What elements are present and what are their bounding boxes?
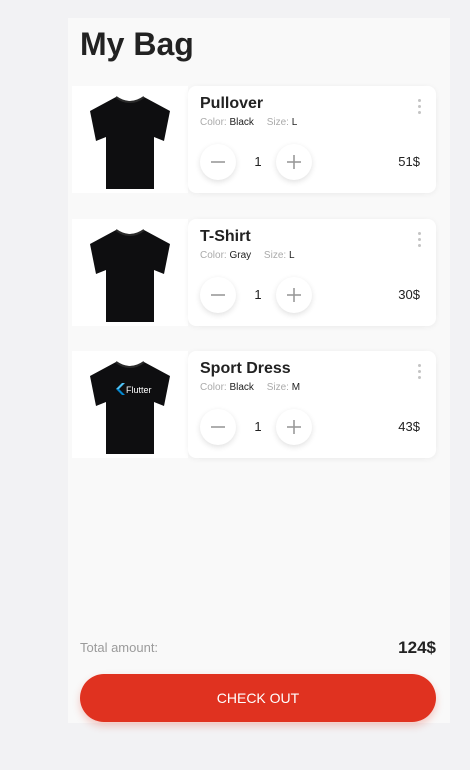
size-value: L xyxy=(291,117,298,128)
size-label: Size: xyxy=(266,117,289,128)
item-attributes: Color: Gray Size: L xyxy=(200,250,295,261)
minus-icon xyxy=(211,426,225,428)
more-options-icon[interactable] xyxy=(418,99,422,117)
product-image-sport-dress[interactable]: Flutter xyxy=(72,351,188,458)
cart-item: T-Shirt Color: Gray Size: L 1 30$ xyxy=(188,219,436,326)
color-label: Color: xyxy=(200,382,227,393)
size-label: Size: xyxy=(263,250,287,261)
product-image-tshirt[interactable] xyxy=(72,219,188,326)
tshirt-icon: Flutter xyxy=(90,361,170,454)
item-attributes: Color: Black Size: M xyxy=(200,382,300,393)
item-name: Sport Dress xyxy=(200,360,291,377)
flutter-logo-text: Flutter xyxy=(126,385,152,395)
item-quantity: 1 xyxy=(254,154,262,169)
color-value: Black xyxy=(229,117,254,128)
tshirt-icon xyxy=(90,229,170,322)
color-value: Gray xyxy=(229,250,252,261)
total-amount-value: 124$ xyxy=(398,638,436,657)
checkout-button[interactable]: CHECK OUT xyxy=(80,674,436,722)
item-price: 30$ xyxy=(398,287,420,302)
item-name: T-Shirt xyxy=(200,228,251,245)
page-title: My Bag xyxy=(80,26,194,62)
item-attributes: Color: Black Size: L xyxy=(200,117,297,128)
tshirt-icon xyxy=(90,96,170,189)
minus-icon xyxy=(211,161,225,163)
total-amount-label: Total amount: xyxy=(80,640,159,655)
color-label: Color: xyxy=(200,117,227,128)
more-options-icon[interactable] xyxy=(418,364,422,382)
item-name: Pullover xyxy=(200,95,264,112)
decrease-quantity-button[interactable] xyxy=(200,144,236,180)
color-label: Color: xyxy=(200,250,227,261)
size-label: Size: xyxy=(266,382,289,393)
increase-quantity-button[interactable] xyxy=(276,409,312,445)
item-price: 51$ xyxy=(398,154,420,169)
increase-quantity-button[interactable] xyxy=(276,277,312,313)
color-value: Black xyxy=(229,382,254,393)
minus-icon xyxy=(211,294,225,296)
cart-item: Sport Dress Color: Black Size: M 1 43$ xyxy=(188,351,436,458)
bag-screen: My Bag Pullover Color: Black Size: L 1 5… xyxy=(68,18,450,723)
item-quantity: 1 xyxy=(254,287,262,302)
increase-quantity-button[interactable] xyxy=(276,144,312,180)
product-image-pullover[interactable] xyxy=(72,86,188,193)
decrease-quantity-button[interactable] xyxy=(200,277,236,313)
item-quantity: 1 xyxy=(254,419,262,434)
plus-icon xyxy=(287,155,301,169)
cart-item: Pullover Color: Black Size: L 1 51$ xyxy=(188,86,436,193)
more-options-icon[interactable] xyxy=(418,232,422,250)
decrease-quantity-button[interactable] xyxy=(200,409,236,445)
size-value: M xyxy=(291,382,301,393)
plus-icon xyxy=(287,288,301,302)
item-price: 43$ xyxy=(398,419,420,434)
plus-icon xyxy=(287,420,301,434)
size-value: L xyxy=(288,250,295,261)
